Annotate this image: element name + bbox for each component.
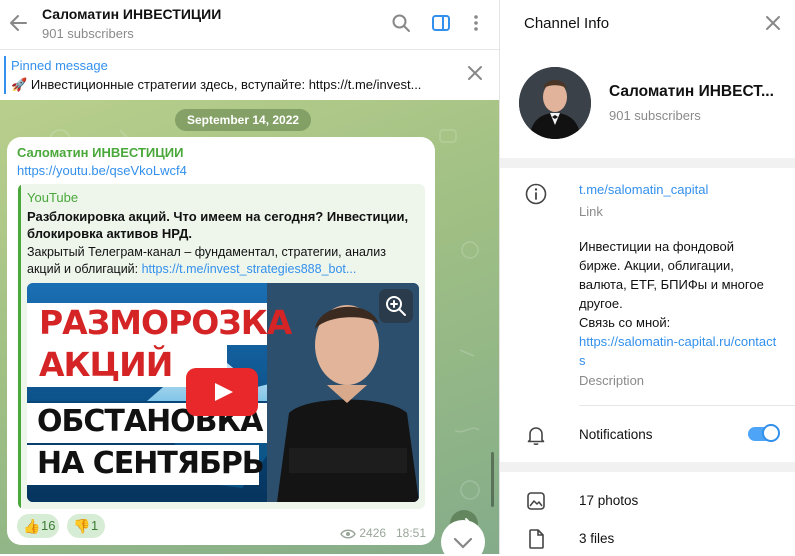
pinned-accent-bar: [4, 56, 6, 94]
preview-site-name: YouTube: [27, 190, 79, 205]
channel-link[interactable]: t.me/salomatin_capital: [579, 182, 708, 197]
date-separator: September 14, 2022: [175, 109, 312, 131]
pinned-message-bar[interactable]: Pinned message 🚀 Инвестиционные стратеги…: [0, 49, 499, 100]
thumbs-down-emoji: 👎: [73, 518, 91, 534]
photo-icon: [524, 489, 548, 513]
panel-title: Channel Info: [524, 15, 610, 32]
sidebar-toggle-icon[interactable]: [427, 9, 455, 37]
chat-title[interactable]: Саломатин ИНВЕСТИЦИИ: [42, 6, 221, 22]
files-count[interactable]: 3 files: [579, 531, 614, 546]
message-bubble[interactable]: Саломатин ИНВЕСТИЦИИ https://youtu.be/qs…: [7, 137, 435, 545]
zoom-in-icon[interactable]: [379, 289, 413, 323]
preview-desc-link[interactable]: https://t.me/invest_strategies888_bot...: [142, 262, 357, 276]
chat-area[interactable]: September 14, 2022 Саломатин ИНВЕСТИЦИИ …: [0, 100, 499, 554]
scroll-down-button[interactable]: [441, 520, 485, 554]
close-icon[interactable]: [762, 12, 784, 34]
chat-header: Саломатин ИНВЕСТИЦИИ 901 subscribers: [0, 0, 499, 48]
view-count: 2426: [340, 526, 386, 540]
play-button[interactable]: [186, 368, 258, 416]
description-text: Инвестиции на фондовой бирже. Акции, обл…: [579, 239, 764, 311]
thumbs-up-emoji: 👍: [23, 518, 41, 534]
info-icon: [524, 182, 548, 206]
back-arrow-icon[interactable]: [6, 10, 32, 36]
eye-icon: [340, 529, 356, 539]
thumb-text-4: НА СЕНТЯБРЬ: [37, 446, 265, 481]
reaction-count: 1: [91, 518, 99, 533]
play-icon: [215, 383, 233, 401]
pinned-text: 🚀 Инвестиционные стратегии здесь, вступа…: [11, 77, 441, 93]
notifications-label: Notifications: [579, 427, 653, 442]
link-preview[interactable]: YouTube Разблокировка акций. Что имеем н…: [18, 184, 425, 509]
close-pinned-icon[interactable]: [464, 62, 486, 84]
reaction-thumbs-down[interactable]: 👎 1: [67, 514, 105, 538]
channel-name: Саломатин ИНВЕСТ...: [609, 83, 774, 100]
thumb-text-2: АКЦИЙ: [39, 345, 173, 384]
file-icon: [524, 527, 548, 551]
message-time: 18:51: [396, 526, 427, 540]
views-value: 2426: [359, 526, 387, 540]
contact-prefix: Связь со мной:: [579, 315, 671, 330]
description-label: Description: [579, 373, 645, 388]
message-sender[interactable]: Саломатин ИНВЕСТИЦИИ: [17, 145, 183, 160]
preview-title: Разблокировка акций. Что имеем на сегодн…: [27, 209, 409, 241]
chat-scrollbar[interactable]: [491, 452, 494, 507]
bell-icon: [524, 423, 548, 447]
chevron-down-icon: [453, 537, 473, 549]
preview-accent-bar: [18, 184, 21, 509]
preview-description: Закрытый Телеграм-канал – фундаментал, с…: [27, 244, 419, 278]
contact-link[interactable]: https://salomatin-capital.ru/contacts: [579, 332, 779, 370]
reaction-thumbs-up[interactable]: 👍 16: [17, 514, 59, 538]
chat-subscribers: 901 subscribers: [42, 26, 134, 41]
section-separator: [500, 462, 795, 472]
rocket-emoji: 🚀: [11, 77, 28, 92]
photos-count[interactable]: 17 photos: [579, 493, 638, 508]
row-separator: [579, 405, 795, 406]
more-vertical-icon[interactable]: [462, 9, 490, 37]
channel-avatar[interactable]: [519, 67, 591, 139]
video-thumbnail[interactable]: РАЗМОРОЗКА АКЦИЙ ОБСТАНОВКА НА СЕНТЯБРЬ: [27, 283, 419, 502]
section-separator: [500, 158, 795, 168]
toggle-knob[interactable]: [762, 424, 780, 442]
channel-description: Инвестиции на фондовой бирже. Акции, обл…: [579, 237, 779, 370]
reaction-count: 16: [41, 518, 56, 533]
pinned-text-content: Инвестиционные стратегии здесь, вступайт…: [30, 77, 422, 92]
message-link[interactable]: https://youtu.be/qseVkoLwcf4: [17, 163, 187, 178]
channel-info-panel: Channel Info Саломатин ИНВЕСТ... 901 sub…: [500, 0, 795, 554]
pinned-title: Pinned message: [11, 58, 108, 73]
search-icon[interactable]: [387, 9, 415, 37]
thumb-text-1: РАЗМОРОЗКА: [39, 303, 292, 342]
link-label: Link: [579, 204, 603, 219]
channel-subscribers: 901 subscribers: [609, 108, 701, 123]
